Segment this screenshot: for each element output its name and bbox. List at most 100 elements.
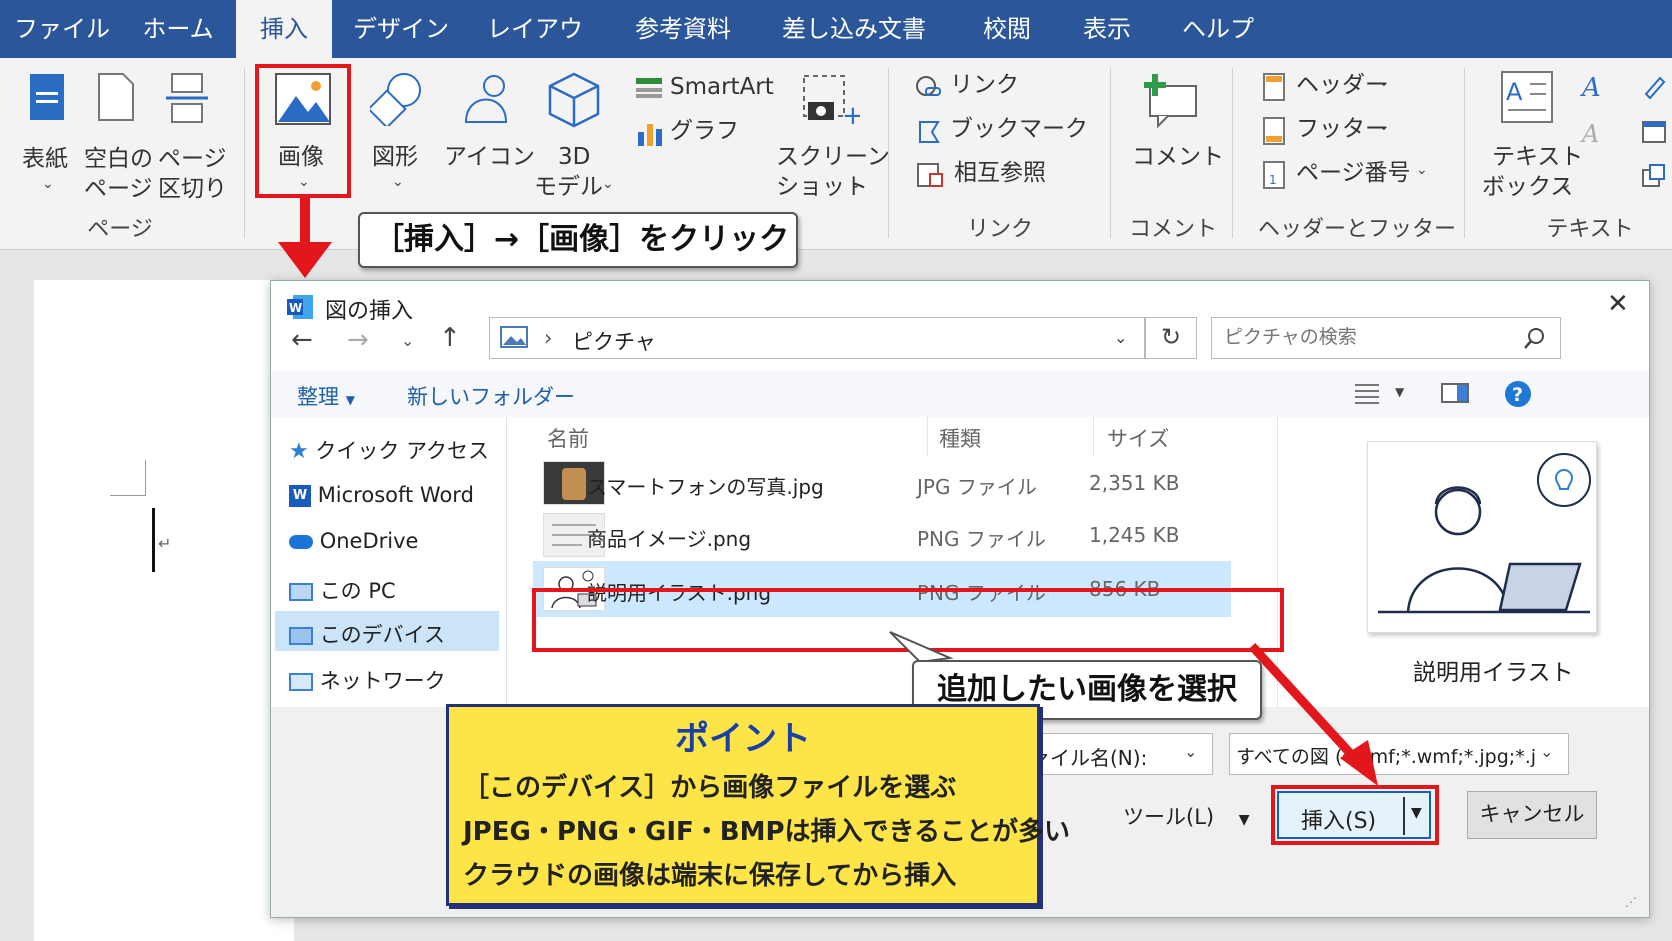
search-icon <box>1524 328 1544 349</box>
address-bar[interactable]: › ピクチャ ⌄ <box>489 317 1145 359</box>
cover-page-button[interactable]: 表紙 ⌄ <box>18 72 78 192</box>
help-icon[interactable]: ? <box>1503 379 1533 409</box>
cross-reference-button[interactable]: 相互参照 <box>912 158 1072 192</box>
filter-dropdown-icon[interactable]: ⌄ <box>1540 742 1554 761</box>
text-cursor <box>152 508 155 572</box>
tab-home[interactable]: ホーム <box>130 0 226 58</box>
column-header-size[interactable]: サイズ <box>1107 423 1169 453</box>
screenshot-button[interactable]: + スクリーン ショット ⌄ <box>772 68 890 208</box>
filename-dropdown-icon[interactable]: ⌄ <box>1184 742 1197 761</box>
nav-label: OneDrive <box>319 529 419 553</box>
view-options-icon[interactable] <box>1353 381 1383 405</box>
dialog-title: 図の挿入 <box>325 299 414 324</box>
nav-this-device[interactable]: このデバイス <box>289 619 445 649</box>
tab-layout[interactable]: レイアウト <box>480 0 590 101</box>
header-icon <box>1263 73 1285 101</box>
icons-button[interactable]: アイコン <box>440 68 535 198</box>
chevron-down-icon: ⌄ <box>602 176 614 192</box>
chart-button[interactable]: グラフ <box>632 116 742 150</box>
object-button[interactable] <box>1640 162 1670 192</box>
point-line: ［このデバイス］から画像ファイルを選ぶ <box>463 773 957 803</box>
filename-box[interactable]: ファイル名(N): ⌄ <box>1010 733 1213 775</box>
page-break-button[interactable]: ページ 区切り <box>154 72 227 202</box>
file-row[interactable]: スマートフォンの写真.jpg JPG ファイル 2,351 KB <box>533 457 1273 509</box>
chevron-down-icon: ⌄ <box>1416 162 1428 178</box>
device-icon <box>289 627 313 645</box>
tab-review[interactable]: 校閲 <box>972 0 1042 58</box>
comment-icon <box>1144 74 1197 128</box>
resize-grip-icon[interactable]: ⋰ <box>1625 895 1637 909</box>
chevron-down-icon: ⌄ <box>392 174 404 190</box>
nav-onedrive[interactable]: OneDrive <box>289 529 418 553</box>
nav-label: ネットワーク <box>319 669 446 693</box>
svg-text:A: A <box>1506 78 1523 106</box>
cube-icon <box>548 72 600 128</box>
page-number-label: ページ番号 <box>1296 160 1411 186</box>
search-box[interactable] <box>1211 317 1561 359</box>
wordart-button[interactable]: A <box>1580 72 1624 103</box>
bookmark-icon <box>919 121 940 143</box>
highlight-box-picture <box>255 64 351 198</box>
new-folder-button[interactable]: 新しいフォルダー <box>407 381 575 411</box>
text-box-button[interactable]: A テキスト ボックス ⌄ <box>1480 68 1583 208</box>
nav-network[interactable]: ネットワーク <box>289 665 446 695</box>
3d-models-button[interactable]: 3D モデル ⌄ <box>532 68 622 208</box>
header-button[interactable]: ヘッダー ⌄ <box>1258 70 1398 104</box>
nav-quick-access[interactable]: ★ クイック アクセス <box>289 435 489 465</box>
tab-references[interactable]: 参考資料 <box>628 0 738 58</box>
page-number-button[interactable]: 1 ページ番号 ⌄ <box>1258 158 1438 192</box>
tab-file[interactable]: ファイル <box>12 0 112 58</box>
column-header-type[interactable]: 種類 <box>939 423 981 453</box>
signature-line-button[interactable] <box>1640 72 1670 102</box>
red-arrow-diagonal <box>1248 642 1378 786</box>
smartart-button[interactable]: SmartArt <box>632 72 774 106</box>
search-input[interactable] <box>1224 326 1504 348</box>
file-type: PNG ファイル <box>917 527 1046 551</box>
drop-cap-button[interactable]: A <box>1580 118 1624 148</box>
nav-microsoft-word[interactable]: W Microsoft Word <box>289 483 474 507</box>
nav-label: Microsoft Word <box>317 483 474 507</box>
person-laptop-illustration <box>1378 453 1591 614</box>
icons-icon <box>464 75 508 123</box>
back-arrow-icon[interactable]: ← <box>291 325 313 355</box>
file-name: 商品イメージ.png <box>587 527 752 551</box>
organize-button[interactable]: 整理 ▼ <box>297 381 355 411</box>
blank-page-label-2: ページ <box>84 176 153 202</box>
address-dropdown-icon[interactable]: ⌄ <box>1114 328 1127 347</box>
cross-reference-label: 相互参照 <box>954 160 1046 186</box>
header-label: ヘッダー <box>1296 72 1388 98</box>
close-icon[interactable]: ✕ <box>1607 289 1629 319</box>
breadcrumb-pictures[interactable]: ピクチャ <box>572 326 656 356</box>
link-button[interactable]: リンク <box>912 70 1032 104</box>
svg-text:A: A <box>1580 73 1601 100</box>
footer-button[interactable]: フッター ⌄ <box>1258 114 1398 148</box>
up-arrow-icon[interactable]: ↑ <box>439 323 461 353</box>
date-time-button[interactable] <box>1640 118 1670 148</box>
tab-view[interactable]: 表示 <box>1072 0 1142 58</box>
tab-mailings[interactable]: 差し込み文書 <box>780 0 928 58</box>
cancel-button[interactable]: キャンセル <box>1467 791 1597 839</box>
blank-page-button[interactable]: 空白の ページ <box>82 72 153 202</box>
link-icon <box>916 76 941 96</box>
tools-button[interactable]: ツール(L) ▼ <box>1123 801 1250 831</box>
bookmark-button[interactable]: ブックマーク <box>912 114 1088 148</box>
shapes-button[interactable]: 図形 ⌄ <box>362 68 432 198</box>
file-size: 1,245 KB <box>1089 523 1180 547</box>
column-header-name[interactable]: 名前 <box>547 423 589 453</box>
margin-corner-mark <box>110 460 146 496</box>
tab-help[interactable]: ヘルプ <box>1176 0 1260 58</box>
nav-label: このデバイス <box>319 623 446 647</box>
preview-pane-icon[interactable] <box>1441 383 1471 405</box>
recent-chevron-icon[interactable]: ⌄ <box>401 331 414 350</box>
3d-models-label-2: モデル <box>534 174 603 200</box>
nav-this-pc[interactable]: この PC <box>289 575 396 605</box>
forward-arrow-icon[interactable]: → <box>347 325 369 355</box>
comment-button[interactable]: コメント <box>1128 68 1224 198</box>
view-dropdown-icon[interactable]: ▼ <box>1395 385 1404 399</box>
refresh-icon[interactable]: ↻ <box>1145 317 1197 359</box>
tab-design[interactable]: デザイン <box>346 0 456 58</box>
point-line: JPEG・PNG・GIF・BMPは挿入できることが多い <box>463 817 1070 847</box>
file-row[interactable]: 商品イメージ.png PNG ファイル 1,245 KB <box>533 509 1273 561</box>
chart-label: グラフ <box>670 118 739 144</box>
tab-insert[interactable]: 挿入 <box>236 0 332 58</box>
